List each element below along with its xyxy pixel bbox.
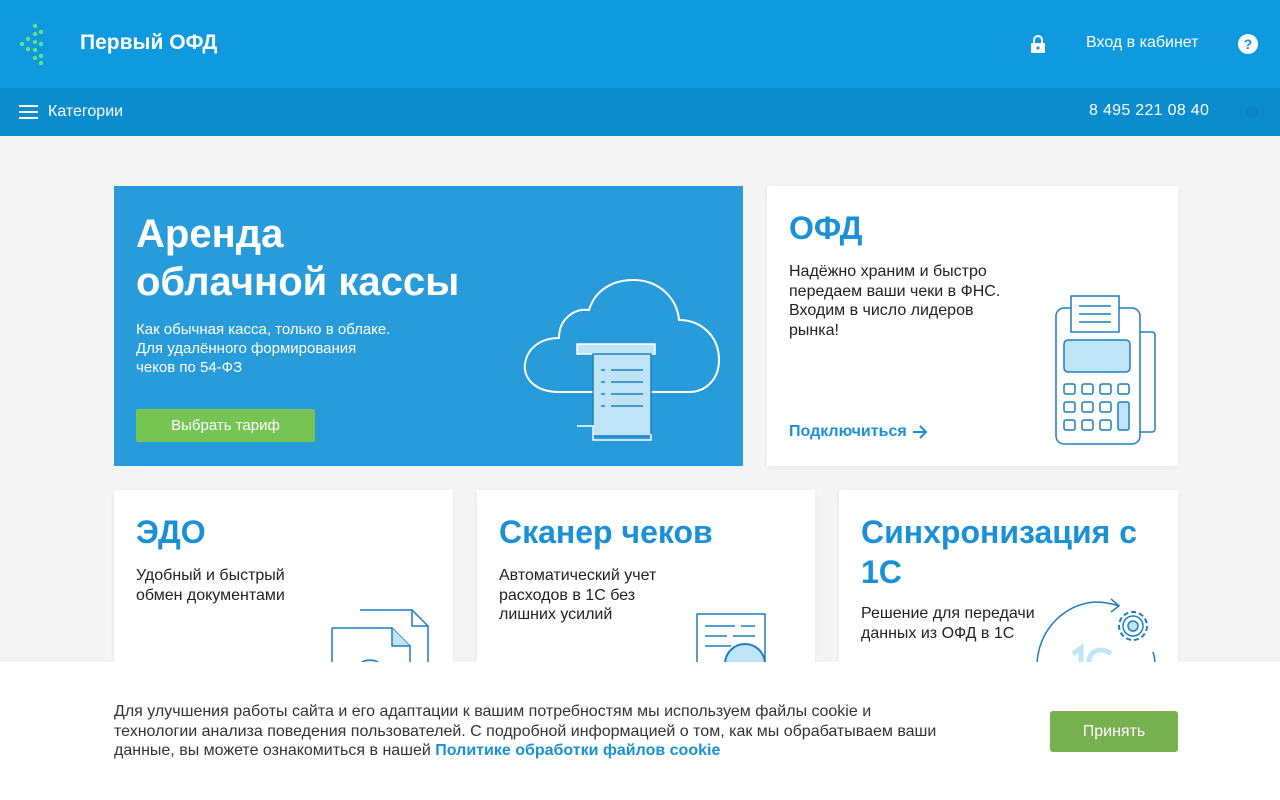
- card-description-line: Автоматический учет: [499, 567, 657, 584]
- card-description: Автоматический учет расходов в 1С без ли…: [499, 566, 656, 625]
- card-title: ОФД: [789, 210, 863, 246]
- card-description-line: передаем ваши чеки в ФНС.: [789, 282, 1001, 300]
- cookie-text-line: Для улучшения работы сайта и его адаптац…: [114, 703, 872, 720]
- card-title-line: облачной кассы: [136, 260, 460, 304]
- lock-icon: [1031, 35, 1045, 53]
- card-description-line: обмен документами: [136, 586, 285, 604]
- card-title: Синхронизация с 1С: [861, 512, 1137, 592]
- cloud-cash-register-card[interactable]: Аренда облачной кассы Как обычная касса,…: [114, 186, 743, 466]
- dots-logo-icon[interactable]: [18, 22, 48, 66]
- card-description-line: Удобный и быстрый: [136, 567, 285, 584]
- card-description-line: Решение для передачи: [861, 605, 1035, 622]
- card-description-line: рынка!: [789, 321, 839, 339]
- categories-button[interactable]: Категории: [48, 103, 123, 121]
- cloud-receipt-icon: [523, 278, 721, 441]
- card-description-line: Надёжно храним и быстро: [789, 263, 987, 280]
- logo-text[interactable]: Первый ОФД: [80, 31, 217, 55]
- card-description-line: Входим в число лидеров: [789, 302, 974, 319]
- svg-text:?: ?: [1244, 36, 1253, 52]
- question-circle-icon[interactable]: ?: [1237, 33, 1259, 55]
- choose-tariff-button[interactable]: Выбрать тариф: [136, 409, 315, 442]
- card-description: Как обычная касса, только в облаке. Для …: [136, 320, 426, 377]
- payment-terminal-icon: [1055, 295, 1156, 445]
- accept-cookies-button[interactable]: Принять: [1050, 711, 1178, 752]
- card-title: Аренда облачной кассы: [136, 210, 459, 306]
- card-description: Удобный и быстрый обмен документами: [136, 566, 285, 605]
- card-description: Надёжно храним и быстро передаем ваши че…: [789, 262, 1000, 340]
- login-link[interactable]: Вход в кабинет: [1086, 34, 1198, 52]
- card-description-line: Для удалённого формирования: [136, 340, 357, 357]
- connect-link[interactable]: Подключиться: [789, 423, 907, 441]
- ofd-card[interactable]: ОФД Надёжно храним и быстро передаем ваш…: [767, 186, 1178, 466]
- card-title-line: Аренда: [136, 212, 284, 256]
- card-title: ЭДО: [136, 514, 206, 550]
- cookie-text-fragment: данные, вы можете ознакомиться в нашей: [114, 742, 436, 759]
- card-description-line: лишних усилий: [499, 606, 613, 623]
- card-title-line: Синхронизация с: [861, 514, 1137, 550]
- category-bar: [0, 88, 1280, 136]
- card-description-line: чеков по 54-ФЗ: [136, 359, 243, 376]
- card-description-line: Как обычная касса, только в облаке.: [136, 321, 391, 338]
- edo-card[interactable]: ЭДО Удобный и быстрый обмен документами: [114, 490, 453, 690]
- cookie-text-line: данные, вы можете ознакомиться в нашей П…: [114, 741, 994, 761]
- cookie-text-line: технологии анализа поведения пользовател…: [114, 722, 937, 740]
- card-title: Сканер чеков: [499, 514, 713, 550]
- card-description: Решение для передачи данных из ОФД в 1С: [861, 604, 1035, 643]
- card-description-line: расходов в 1С без: [499, 586, 636, 604]
- phone-number[interactable]: 8 495 221 08 40: [1089, 102, 1209, 120]
- cookie-policy-link[interactable]: Политике обработки файлов cookie: [435, 742, 720, 759]
- status-dot: [1246, 106, 1258, 118]
- cookie-banner: Для улучшения работы сайта и его адаптац…: [0, 662, 1280, 800]
- arrow-right-icon[interactable]: [910, 422, 930, 442]
- hamburger-menu-icon[interactable]: [19, 104, 38, 120]
- card-description-line: данных из ОФД в 1С: [861, 624, 1015, 642]
- receipt-scanner-card[interactable]: Сканер чеков Автоматический учет расходо…: [477, 490, 815, 690]
- cookie-text: Для улучшения работы сайта и его адаптац…: [114, 702, 994, 761]
- card-title-line: 1С: [861, 554, 902, 590]
- sync-1c-card[interactable]: Синхронизация с 1С Решение для передачи …: [839, 490, 1178, 690]
